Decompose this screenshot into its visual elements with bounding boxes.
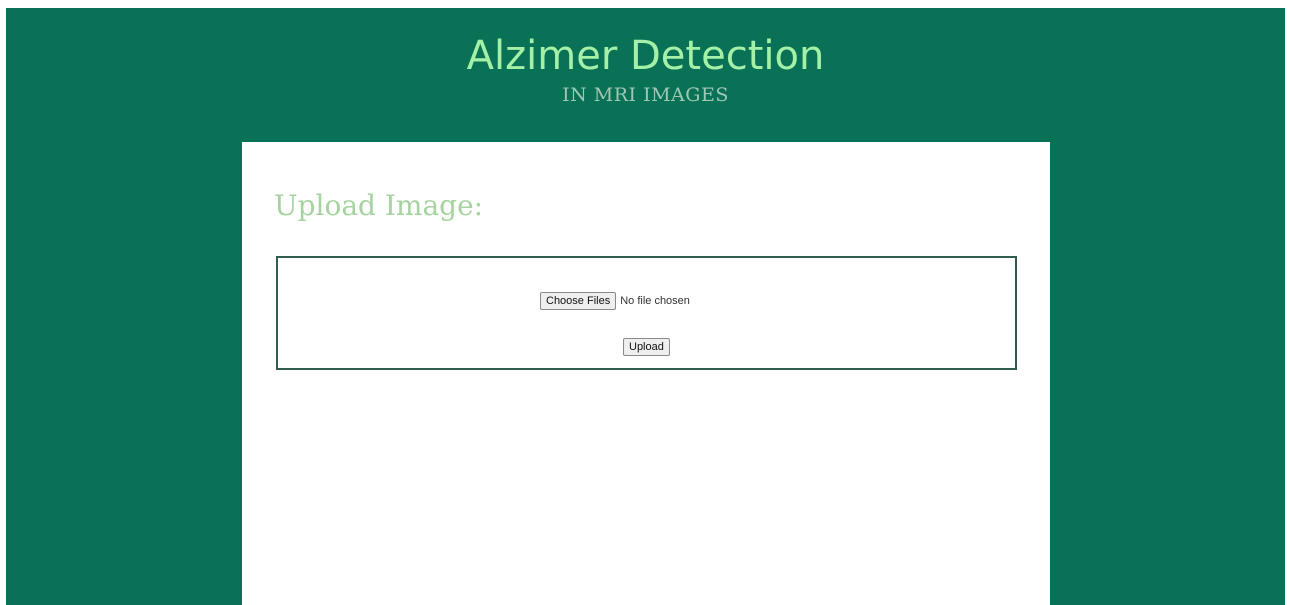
upload-form: Choose Files No file chosen Upload	[276, 256, 1017, 370]
page-title: Alzimer Detection	[466, 33, 825, 79]
upload-heading: Upload Image:	[274, 189, 484, 222]
file-status-text: No file chosen	[620, 295, 690, 307]
upload-button[interactable]: Upload	[623, 338, 670, 356]
file-input[interactable]: Choose Files No file chosen	[540, 292, 690, 310]
page-background: Alzimer Detection IN MRI IMAGES Upload I…	[6, 8, 1285, 605]
choose-files-button[interactable]: Choose Files	[540, 292, 617, 310]
page-subtitle: IN MRI IMAGES	[562, 84, 729, 106]
content-card: Upload Image: Choose Files No file chose…	[242, 142, 1050, 605]
